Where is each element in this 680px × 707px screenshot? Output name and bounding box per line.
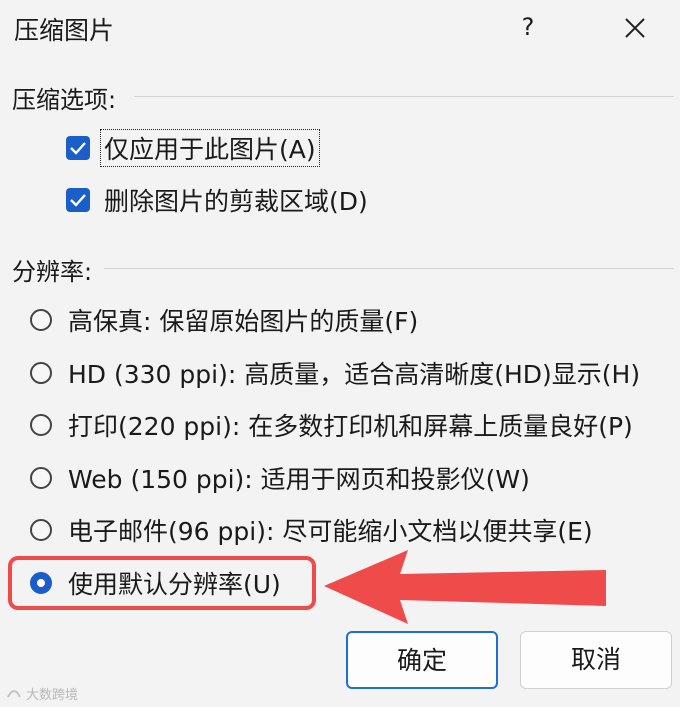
radio-high-fidelity[interactable]: 高保真: 保留原始图片的质量(F) xyxy=(30,300,418,340)
arrow-annotation-icon xyxy=(324,550,606,624)
checkbox-checked-icon[interactable] xyxy=(66,136,90,160)
radio-button[interactable] xyxy=(30,414,52,436)
radio-label: 高保真: 保留原始图片的质量(F) xyxy=(68,307,419,336)
checkbox-label: 仅应用于此图片(A) xyxy=(100,129,320,167)
watermark-text: 大数跨境 xyxy=(26,688,79,703)
radio-label: Web (150 ppi): 适用于网页和投影仪(W) xyxy=(68,465,530,494)
checkbox-delete-cropped-areas[interactable]: 删除图片的剪裁区域(D) xyxy=(66,182,368,218)
checkbox-label: 删除图片的剪裁区域(D) xyxy=(104,187,368,216)
cancel-button[interactable]: 取消 xyxy=(520,631,672,689)
radio-button[interactable] xyxy=(30,467,52,489)
close-button[interactable] xyxy=(610,6,658,48)
watermark-logo-icon xyxy=(7,689,21,697)
radio-button[interactable] xyxy=(30,519,52,541)
checkbox-apply-only-this-picture[interactable]: 仅应用于此图片(A) xyxy=(66,129,320,167)
checkbox-checked-icon[interactable] xyxy=(66,188,90,212)
separator xyxy=(134,96,674,97)
ok-button[interactable]: 确定 xyxy=(346,631,498,689)
highlight-box xyxy=(8,556,316,610)
compress-options-label: 压缩选项: xyxy=(12,86,117,114)
resolution-label: 分辨率: xyxy=(12,258,93,286)
radio-label: 电子邮件(96 ppi): 尽可能缩小文档以便共享(E) xyxy=(68,517,593,546)
radio-label: HD (330 ppi): 高质量，适合高清晰度(HD)显示(H) xyxy=(68,360,641,389)
close-icon xyxy=(625,18,645,38)
dialog-title: 压缩图片 xyxy=(14,16,115,45)
radio-web-150ppi[interactable]: Web (150 ppi): 适用于网页和投影仪(W) xyxy=(30,458,530,498)
radio-hd-330ppi[interactable]: HD (330 ppi): 高质量，适合高清晰度(HD)显示(H) xyxy=(30,353,640,393)
radio-print-220ppi[interactable]: 打印(220 ppi): 在多数打印机和屏幕上质量良好(P) xyxy=(30,405,633,445)
title-bar: 压缩图片 ? xyxy=(0,0,680,56)
help-button[interactable]: ? xyxy=(500,6,556,48)
compress-pictures-dialog: 压缩图片 ? 压缩选项: 仅应用于此图片(A) 删除图片的剪裁区域(D) 分辨率… xyxy=(0,0,680,707)
radio-button[interactable] xyxy=(30,362,52,384)
radio-button[interactable] xyxy=(30,309,52,331)
radio-label: 打印(220 ppi): 在多数打印机和屏幕上质量良好(P) xyxy=(68,412,633,441)
separator xyxy=(104,268,674,269)
watermark: 大数跨境 xyxy=(6,684,78,703)
radio-email-96ppi[interactable]: 电子邮件(96 ppi): 尽可能缩小文档以便共享(E) xyxy=(30,510,593,550)
